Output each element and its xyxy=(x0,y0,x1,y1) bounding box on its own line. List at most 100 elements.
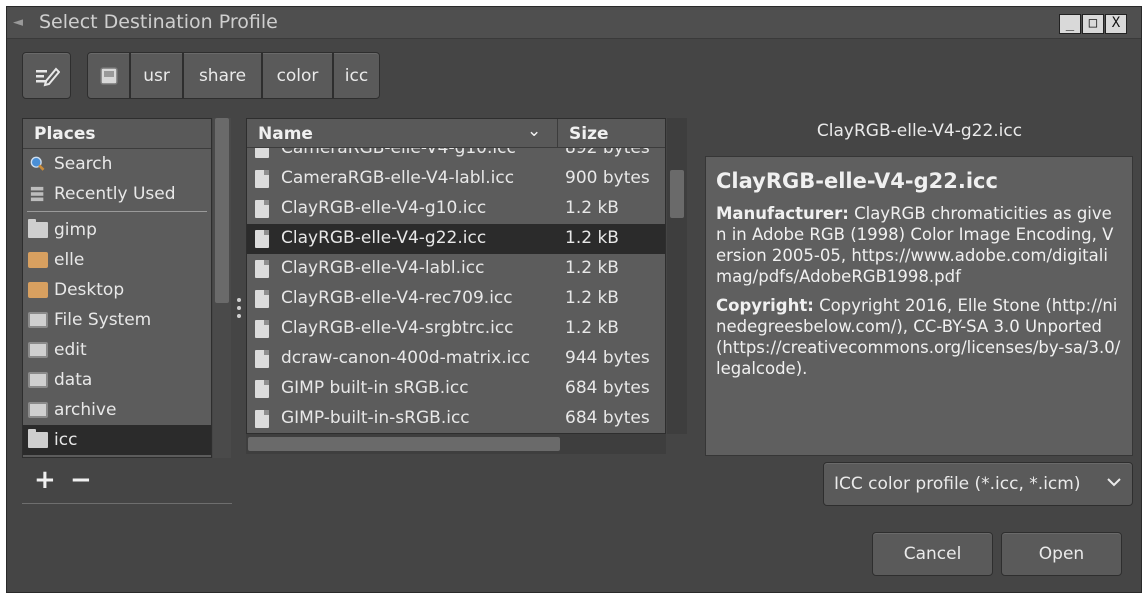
file-name: ClayRGB-elle-V4-g22.icc xyxy=(281,228,487,248)
column-header-name[interactable]: Name xyxy=(258,124,313,144)
file-size: 1.2 kB xyxy=(565,228,619,248)
drive-icon xyxy=(28,312,48,328)
chevron-down-icon xyxy=(1107,478,1121,487)
title-bar[interactable]: ◄ Select Destination Profile _ □ X xyxy=(7,7,1141,39)
path-share-button[interactable]: share xyxy=(183,52,262,99)
place-archive[interactable]: archive xyxy=(23,395,211,425)
file-list-horizontal-scrollbar[interactable] xyxy=(246,434,666,454)
file-icon xyxy=(255,410,269,428)
pane-resize-handle[interactable] xyxy=(237,298,241,322)
file-row[interactable]: ClayRGB-elle-V4-g10.icc 1.2 kB xyxy=(247,194,665,224)
file-icon xyxy=(255,320,269,338)
folder-icon xyxy=(28,219,48,238)
place-label: edit xyxy=(54,340,87,360)
places-divider xyxy=(27,211,207,212)
path-bar: usr share color icc xyxy=(87,52,380,99)
desktop-icon xyxy=(28,282,48,298)
file-row[interactable]: CameraRGB-elle-V4-labl.icc 900 bytes xyxy=(247,164,665,194)
file-list-header: Name ⌄ Size xyxy=(247,119,665,148)
copyright-label: Copyright: xyxy=(716,296,814,315)
file-row[interactable]: ClayRGB-elle-V4-labl.icc 1.2 kB xyxy=(247,254,665,284)
preview-filename: ClayRGB-elle-V4-g22.icc xyxy=(816,121,1023,141)
place-recently-used[interactable]: Recently Used xyxy=(23,179,211,209)
maximize-button[interactable]: □ xyxy=(1082,14,1104,34)
file-size: 1.2 kB xyxy=(565,318,619,338)
edit-location-button[interactable] xyxy=(22,52,71,99)
drive-icon xyxy=(28,342,48,358)
home-icon xyxy=(28,252,48,268)
file-row[interactable]: GIMP built-in sRGB.icc 684 bytes xyxy=(247,374,665,404)
file-row[interactable]: ClayRGB-elle-V4-srgbtrc.icc 1.2 kB xyxy=(247,314,665,344)
column-header-size[interactable]: Size xyxy=(569,124,609,144)
path-icc-button[interactable]: icc xyxy=(333,52,380,99)
file-size: 944 bytes xyxy=(565,348,650,368)
vertical-scroll-thumb[interactable] xyxy=(670,170,684,218)
file-type-filter-dropdown[interactable]: ICC color profile (*.icc, *.icm) xyxy=(823,462,1133,506)
place-search[interactable]: Search xyxy=(23,149,211,179)
file-size: 1.2 kB xyxy=(565,258,619,278)
file-icon xyxy=(255,260,269,278)
place-icc[interactable]: icc xyxy=(23,425,211,455)
file-icon xyxy=(255,290,269,308)
place-elle[interactable]: elle xyxy=(23,245,211,275)
profile-info-box: ClayRGB-elle-V4-g22.icc Manufacturer: Cl… xyxy=(705,156,1133,456)
path-usr-button[interactable]: usr xyxy=(130,52,183,99)
file-icon xyxy=(255,200,269,218)
open-button[interactable]: Open xyxy=(1001,532,1122,576)
path-root-button[interactable] xyxy=(87,52,130,99)
horizontal-scroll-thumb[interactable] xyxy=(248,437,560,451)
place-gimp[interactable]: gimp xyxy=(23,215,211,245)
place-label: archive xyxy=(54,400,117,420)
add-place-button[interactable]: + xyxy=(34,467,56,493)
place-label: icc xyxy=(54,430,78,450)
places-scroll-thumb[interactable] xyxy=(215,118,229,303)
app-icon: ◄ xyxy=(13,15,23,30)
place-data[interactable]: data xyxy=(23,365,211,395)
file-size: 684 bytes xyxy=(565,408,650,428)
close-button[interactable]: X xyxy=(1105,14,1127,34)
file-list: CameraRGB-elle-V4-g10.icc 892 bytes Came… xyxy=(246,118,666,434)
places-scrollbar[interactable] xyxy=(213,118,231,458)
file-row[interactable]: GIMP-built-in-sRGB.icc 684 bytes xyxy=(247,404,665,433)
file-icon xyxy=(255,230,269,248)
places-panel: Places Search Recently Used gimp elle De… xyxy=(22,118,212,458)
file-row[interactable]: dcraw-canon-400d-matrix.icc 944 bytes xyxy=(247,344,665,374)
place-edit[interactable]: edit xyxy=(23,335,211,365)
file-size: 900 bytes xyxy=(565,168,650,188)
cancel-button[interactable]: Cancel xyxy=(872,532,993,576)
folder-icon xyxy=(28,429,48,448)
path-color-button[interactable]: color xyxy=(262,52,333,99)
place-desktop[interactable]: Desktop xyxy=(23,275,211,305)
search-icon xyxy=(30,156,45,171)
file-name: dcraw-canon-400d-matrix.icc xyxy=(281,348,531,368)
manufacturer-label: Manufacturer: xyxy=(716,204,849,223)
drive-icon xyxy=(28,372,48,388)
drive-icon xyxy=(28,402,48,418)
remove-place-button[interactable]: − xyxy=(70,467,92,493)
file-size: 1.2 kB xyxy=(565,198,619,218)
place-label: data xyxy=(54,370,93,390)
file-name: CameraRGB-elle-V4-labl.icc xyxy=(281,168,515,188)
file-size: 684 bytes xyxy=(565,378,650,398)
file-row[interactable]: ClayRGB-elle-V4-rec709.icc 1.2 kB xyxy=(247,284,665,314)
manufacturer-info: Manufacturer: ClayRGB chromaticities as … xyxy=(716,203,1122,287)
place-file-system[interactable]: File System xyxy=(23,305,211,335)
file-rows: CameraRGB-elle-V4-g10.icc 892 bytes Came… xyxy=(247,134,665,433)
place-label: elle xyxy=(54,250,85,270)
recent-icon xyxy=(30,186,44,202)
window-title: Select Destination Profile xyxy=(39,11,278,33)
sort-descending-icon[interactable]: ⌄ xyxy=(527,121,541,141)
profile-title: ClayRGB-elle-V4-g22.icc xyxy=(716,169,998,193)
file-name: ClayRGB-elle-V4-g10.icc xyxy=(281,198,487,218)
minimize-button[interactable]: _ xyxy=(1059,14,1081,34)
places-bottom-divider xyxy=(22,503,232,504)
filter-selected-value: ICC color profile (*.icc, *.icm) xyxy=(834,474,1081,494)
place-label: Recently Used xyxy=(54,184,176,204)
file-list-vertical-scrollbar[interactable] xyxy=(667,118,687,434)
place-label: Desktop xyxy=(54,280,125,300)
edit-location-icon xyxy=(35,67,60,86)
file-row-selected[interactable]: ClayRGB-elle-V4-g22.icc 1.2 kB xyxy=(247,224,665,254)
file-icon xyxy=(255,170,269,188)
copyright-info: Copyright: Copyright 2016, Elle Stone (h… xyxy=(716,295,1122,379)
file-size: 1.2 kB xyxy=(565,288,619,308)
